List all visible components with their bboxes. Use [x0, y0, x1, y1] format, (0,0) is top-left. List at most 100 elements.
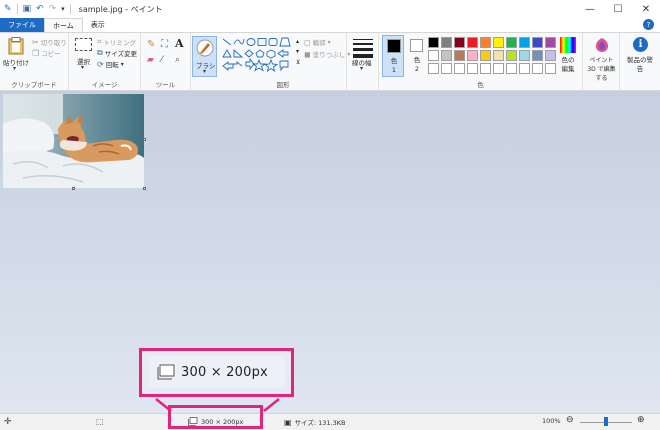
palette-swatch[interactable]	[545, 37, 556, 48]
palette-swatch[interactable]	[480, 50, 491, 61]
more-shapes-icon[interactable]: ⊻	[296, 59, 300, 66]
tab-view[interactable]: 表示	[83, 18, 113, 32]
palette-swatch[interactable]	[493, 50, 504, 61]
resize-handle-right[interactable]	[143, 138, 146, 141]
rotate-button[interactable]: ⟳ 回転 ▾	[97, 59, 124, 70]
palette-swatch[interactable]	[454, 50, 465, 61]
customize-dropdown-icon[interactable]: ▾	[61, 5, 65, 13]
close-button[interactable]: ✕	[632, 0, 660, 18]
divider	[16, 4, 18, 14]
palette-swatch[interactable]	[467, 37, 478, 48]
help-icon[interactable]: ?	[643, 19, 654, 30]
palette-swatch[interactable]	[441, 50, 452, 61]
redo-icon[interactable]: ↷	[49, 4, 57, 14]
clipboard-group-label: クリップボード	[11, 81, 57, 89]
palette-swatch[interactable]	[519, 37, 530, 48]
shapes-group: ▴ ▾ ⊻ ◻ 輪郭 ▾ ◼ 塗りつぶし ▾ 図形	[220, 33, 350, 91]
palette-swatch[interactable]	[532, 50, 543, 61]
chevron-down-icon: ▾	[13, 65, 17, 72]
dimension-highlight-box	[168, 405, 263, 429]
palette-swatch[interactable]	[532, 37, 543, 48]
resize-handle-corner[interactable]	[143, 187, 146, 190]
palette-swatch[interactable]	[467, 50, 478, 61]
palette-swatch[interactable]	[454, 37, 465, 48]
palette-swatch[interactable]	[428, 63, 439, 74]
fill-bucket-icon[interactable]: ⛶	[161, 39, 168, 50]
palette-swatch[interactable]	[480, 37, 491, 48]
crop-label: トリミング	[103, 39, 137, 47]
palette-swatch[interactable]	[441, 63, 452, 74]
text-tool-icon[interactable]: A	[175, 37, 184, 50]
palette-swatch[interactable]	[428, 37, 439, 48]
palette-swatch[interactable]	[454, 63, 465, 74]
shapes-gallery[interactable]	[222, 37, 294, 73]
zoom-out-icon[interactable]: ⊖	[566, 415, 574, 425]
palette-swatch[interactable]	[545, 50, 556, 61]
minimize-button[interactable]: —	[576, 0, 604, 18]
palette-swatch[interactable]	[480, 63, 491, 74]
color2-button[interactable]: 色 2	[406, 35, 428, 77]
palette-swatch[interactable]	[493, 63, 504, 74]
product-alert-button[interactable]: i 製品の警告	[623, 36, 657, 78]
paint3d-button[interactable]: ペイント 3D で編集する	[585, 36, 618, 82]
outline-icon: ◻	[304, 37, 311, 47]
line-2	[353, 43, 373, 45]
fill-dropdown[interactable]: ◼ 塗りつぶし ▾	[304, 49, 350, 60]
color-picker-icon[interactable]: ⁄	[161, 55, 163, 65]
select-button[interactable]: 選択 ▾	[73, 37, 95, 71]
scroll-up-icon[interactable]: ▴	[296, 38, 299, 45]
palette-swatch[interactable]	[545, 63, 556, 74]
palette-swatch[interactable]	[441, 37, 452, 48]
palette-swatch[interactable]	[428, 50, 439, 61]
palette-swatch[interactable]	[506, 63, 517, 74]
resize-handle-bottom[interactable]	[72, 187, 75, 190]
magnifier-icon[interactable]: ⌕	[175, 55, 180, 65]
chevron-down-icon: ▾	[120, 60, 124, 68]
resize-button[interactable]: ⧉ サイズ変更	[97, 48, 137, 58]
save-icon[interactable]: ▣	[23, 4, 32, 14]
undo-icon[interactable]: ↶	[36, 4, 44, 14]
window-controls: — ☐ ✕	[576, 0, 660, 18]
ribbon: 貼り付け ▾ ✂ 切り取り ❐ コピー クリップボード 選択 ▾ ⌗ トリミング	[0, 32, 660, 91]
palette-swatch[interactable]	[506, 50, 517, 61]
info-icon: i	[633, 37, 648, 52]
image-canvas[interactable]	[3, 94, 144, 188]
divider	[69, 4, 71, 14]
crop-button[interactable]: ⌗ トリミング	[97, 37, 136, 47]
brushes-button[interactable]: ブラシ ▾	[192, 36, 217, 77]
file-size-text: サイズ: 131.3KB	[294, 419, 346, 427]
color1-button[interactable]: 色 1	[382, 35, 404, 77]
cursor-position-icon: ✛	[4, 417, 12, 427]
cut-button[interactable]: ✂ 切り取り	[32, 37, 67, 48]
paint-app-icon: ✎	[4, 3, 12, 14]
fill-label: 塗りつぶし	[312, 51, 346, 59]
paste-button[interactable]: 貼り付け ▾	[3, 35, 29, 72]
palette-swatch[interactable]	[493, 37, 504, 48]
edit-colors-button[interactable]: 色の編集	[557, 36, 579, 78]
outline-dropdown[interactable]: ◻ 輪郭 ▾	[304, 37, 331, 48]
eraser-icon[interactable]: ▰	[147, 55, 154, 65]
palette-swatch[interactable]	[532, 63, 543, 74]
zoom-slider-thumb[interactable]	[604, 417, 608, 426]
palette-swatch[interactable]	[506, 37, 517, 48]
canvas-area[interactable]: 300 × 200px	[0, 91, 660, 413]
status-bar: ✛ ⬚ 300 × 200px ▣ サイズ: 131.3KB 100% ⊖ ⊕	[0, 405, 660, 430]
scroll-down-icon[interactable]: ▾	[296, 48, 299, 55]
pencil-icon[interactable]: ✎	[147, 39, 155, 50]
cat-photo	[3, 94, 144, 188]
palette-swatch[interactable]	[467, 63, 478, 74]
maximize-button[interactable]: ☐	[604, 0, 632, 18]
copy-button[interactable]: ❐ コピー	[32, 48, 61, 59]
zoom-in-icon[interactable]: ⊕	[637, 415, 645, 425]
color1-swatch	[387, 39, 401, 53]
color2-label: 色 2	[413, 56, 421, 73]
paint3d-label: ペイント 3D で編集する	[587, 57, 616, 82]
scissors-icon: ✂	[32, 37, 39, 47]
palette-swatch[interactable]	[519, 50, 530, 61]
edit-colors-label: 色の編集	[561, 56, 575, 73]
palette-swatch[interactable]	[519, 63, 530, 74]
resize-icon: ⧉	[97, 48, 103, 57]
tab-home[interactable]: ホーム	[44, 18, 83, 32]
tab-file[interactable]: ファイル	[0, 18, 44, 32]
colors-group: 色 1 色 2 色の編集 色	[379, 33, 583, 91]
